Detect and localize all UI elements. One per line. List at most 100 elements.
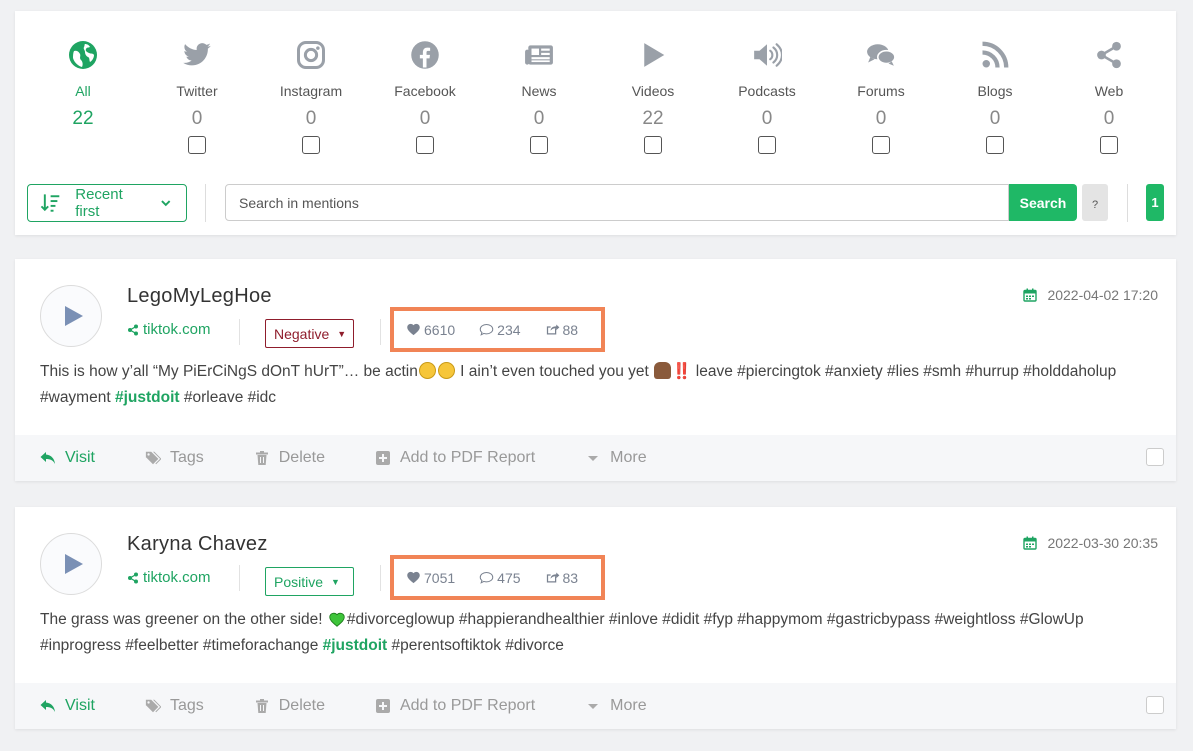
source-checkbox[interactable] xyxy=(530,136,548,154)
source-label: Instagram xyxy=(279,83,343,99)
source-forums[interactable]: Forums 0 xyxy=(824,38,938,154)
calendar-icon xyxy=(1023,536,1038,550)
more-dropdown[interactable]: More xyxy=(585,697,647,715)
add-to-pdf-button[interactable]: Add to PDF Report xyxy=(375,449,535,467)
source-podcasts[interactable]: Podcasts 0 xyxy=(710,38,824,154)
mention-date: 2022-04-02 17:20 xyxy=(1023,287,1158,303)
visit-label: Visit xyxy=(65,449,95,466)
text-segment: I ain’t even touched you yet xyxy=(455,363,654,380)
sentiment-dropdown[interactable]: Negative ▼ xyxy=(265,319,354,348)
likes-stat: 6610 xyxy=(406,322,455,338)
sentiment-dropdown[interactable]: Positive ▼ xyxy=(265,567,354,596)
source-label: Twitter xyxy=(176,83,218,99)
search-button[interactable]: Search xyxy=(1009,184,1077,221)
source-label: Videos xyxy=(631,83,675,99)
date-text: 2022-04-02 17:20 xyxy=(1047,287,1158,303)
search-help-button[interactable]: ? xyxy=(1082,184,1108,221)
eye-roll-emoji-icon xyxy=(418,362,436,379)
tags-label: Tags xyxy=(169,697,204,714)
highlighted-keyword: #justdoit xyxy=(322,637,388,654)
mention-text: This is how y’all “My PiErCiNgS dOnT hUr… xyxy=(40,359,1150,411)
shares-stat: 88 xyxy=(545,322,578,338)
toolbar-divider xyxy=(205,184,206,222)
tags-button[interactable]: Tags xyxy=(145,697,204,715)
mention-author[interactable]: Karyna Chavez xyxy=(127,533,268,556)
facebook-icon xyxy=(408,38,442,72)
source-checkbox[interactable] xyxy=(302,136,320,154)
speaker-icon xyxy=(750,38,784,72)
play-icon xyxy=(64,306,83,326)
twitter-icon xyxy=(180,38,214,72)
comments-count: 475 xyxy=(497,569,521,586)
domain-label: tiktok.com xyxy=(143,321,211,338)
trash-icon xyxy=(255,451,268,465)
source-count: 0 xyxy=(989,108,1001,129)
share-square-icon xyxy=(546,572,559,583)
text-segment: The grass was greener on the other side! xyxy=(40,611,327,628)
visit-label: Visit xyxy=(65,697,95,714)
mention-select-checkbox[interactable] xyxy=(1146,696,1164,714)
tags-button[interactable]: Tags xyxy=(145,449,204,467)
comment-icon xyxy=(479,323,494,336)
calendar-icon xyxy=(1023,288,1038,302)
chevron-down-icon xyxy=(161,200,171,207)
page-number-button[interactable]: 1 xyxy=(1146,184,1164,221)
share-square-icon xyxy=(546,324,559,335)
play-icon xyxy=(64,554,83,574)
visit-button[interactable]: Visit xyxy=(40,697,95,715)
likes-stat: 7051 xyxy=(406,570,455,586)
source-checkbox[interactable] xyxy=(1100,136,1118,154)
divider xyxy=(380,565,381,591)
source-count: 0 xyxy=(305,108,317,129)
chevron-down-icon: ▼ xyxy=(331,576,340,587)
source-label: Blogs xyxy=(977,83,1013,99)
rss-icon xyxy=(978,38,1012,72)
engagement-stats: 6610 234 88 xyxy=(390,307,605,352)
source-all[interactable]: All 22 xyxy=(26,38,140,154)
source-videos[interactable]: Videos 22 xyxy=(596,38,710,154)
share-icon xyxy=(1092,38,1126,72)
mention-domain[interactable]: tiktok.com xyxy=(127,569,211,586)
chevron-down-icon: ▼ xyxy=(337,328,347,339)
source-blogs[interactable]: Blogs 0 xyxy=(938,38,1052,154)
source-web[interactable]: Web 0 xyxy=(1052,38,1166,154)
domain-label: tiktok.com xyxy=(143,569,211,586)
video-avatar[interactable] xyxy=(40,533,102,595)
mention-date: 2022-03-30 20:35 xyxy=(1023,535,1158,551)
mention-select-checkbox[interactable] xyxy=(1146,448,1164,466)
source-count: 0 xyxy=(419,108,431,129)
source-instagram[interactable]: Instagram 0 xyxy=(254,38,368,154)
mention-author[interactable]: LegoMyLegHoe xyxy=(127,285,272,308)
delete-button[interactable]: Delete xyxy=(254,697,325,715)
trash-icon xyxy=(255,699,268,713)
source-checkbox[interactable] xyxy=(644,136,662,154)
sort-dropdown[interactable]: Recent first xyxy=(27,184,187,222)
share-icon xyxy=(128,572,138,583)
source-count: 0 xyxy=(875,108,887,129)
more-dropdown[interactable]: More xyxy=(585,449,647,467)
source-checkbox[interactable] xyxy=(188,136,206,154)
video-avatar[interactable] xyxy=(40,285,102,347)
source-checkbox[interactable] xyxy=(986,136,1004,154)
search-input[interactable] xyxy=(225,184,1009,221)
source-twitter[interactable]: Twitter 0 xyxy=(140,38,254,154)
divider xyxy=(239,319,240,345)
source-count: 0 xyxy=(761,108,773,129)
source-news[interactable]: News 0 xyxy=(482,38,596,154)
source-count: 0 xyxy=(533,108,545,129)
source-label: All xyxy=(75,83,91,99)
source-checkbox[interactable] xyxy=(758,136,776,154)
shares-count: 83 xyxy=(562,569,579,586)
delete-label: Delete xyxy=(278,697,325,714)
comment-icon xyxy=(479,571,494,584)
mentions-toolbar: Recent first Search ? 1 xyxy=(15,184,1176,222)
delete-button[interactable]: Delete xyxy=(254,449,325,467)
source-facebook[interactable]: Facebook 0 xyxy=(368,38,482,154)
text-segment: This is how y’all “My PiErCiNgS dOnT hUr… xyxy=(40,363,418,380)
source-checkbox[interactable] xyxy=(416,136,434,154)
mention-domain[interactable]: tiktok.com xyxy=(127,321,211,338)
visit-button[interactable]: Visit xyxy=(40,449,95,467)
divider xyxy=(239,565,240,591)
source-checkbox[interactable] xyxy=(872,136,890,154)
add-to-pdf-button[interactable]: Add to PDF Report xyxy=(375,697,535,715)
